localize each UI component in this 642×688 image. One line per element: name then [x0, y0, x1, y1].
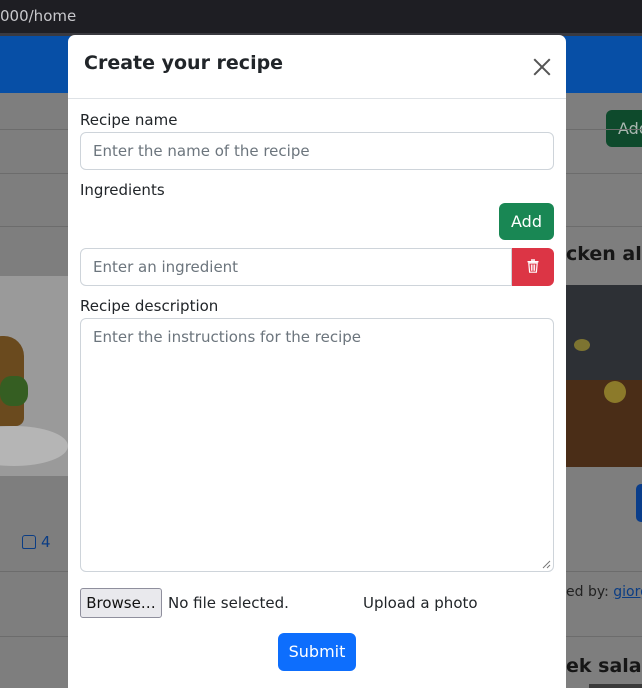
url-text: 000/home — [0, 7, 77, 25]
like-counter: 4 — [22, 533, 51, 551]
recipe-name-input[interactable]: Enter the name of the recipe — [80, 132, 554, 170]
trash-icon — [527, 259, 539, 273]
recipe-image-chicken — [566, 285, 642, 467]
recipe-name-label: Recipe name — [80, 111, 178, 129]
resize-handle-icon[interactable] — [542, 560, 551, 569]
create-recipe-modal: Create your recipe Recipe name Enter the… — [68, 35, 566, 688]
author-link: giorg — [613, 584, 642, 600]
recipe-name-placeholder: Enter the name of the recipe — [93, 142, 310, 160]
recipe-image-burger — [0, 276, 68, 476]
recipe-card-title-2: ek salad — [566, 655, 642, 677]
recipe-card-title: cken ala — [566, 243, 642, 265]
browser-url-bar[interactable]: 000/home — [0, 0, 642, 33]
submit-button[interactable]: Submit — [278, 633, 356, 671]
add-ingredient-button[interactable]: Add — [499, 203, 554, 240]
close-icon[interactable] — [530, 55, 554, 79]
recipe-image-salad — [589, 684, 642, 688]
recipe-description-label: Recipe description — [80, 297, 219, 315]
modal-title: Create your recipe — [84, 52, 284, 74]
modal-header: Create your recipe — [68, 35, 566, 99]
ingredients-label: Ingredients — [80, 181, 165, 199]
ingredient-input[interactable]: Enter an ingredient — [80, 248, 512, 286]
thumbs-up-icon — [22, 535, 36, 549]
posted-by: ed by: giorg — [566, 584, 642, 600]
description-placeholder: Enter the instructions for the recipe — [93, 328, 362, 346]
upload-photo-label: Upload a photo — [363, 594, 478, 612]
recipe-description-textarea[interactable]: Enter the instructions for the recipe — [80, 318, 554, 572]
browse-file-button[interactable]: Browse… — [80, 588, 162, 618]
ingredient-row: Enter an ingredient — [80, 248, 554, 286]
background-card-button — [636, 484, 642, 522]
file-status-text: No file selected. — [168, 594, 289, 612]
delete-ingredient-button[interactable] — [512, 248, 554, 286]
ingredient-placeholder: Enter an ingredient — [93, 258, 239, 276]
